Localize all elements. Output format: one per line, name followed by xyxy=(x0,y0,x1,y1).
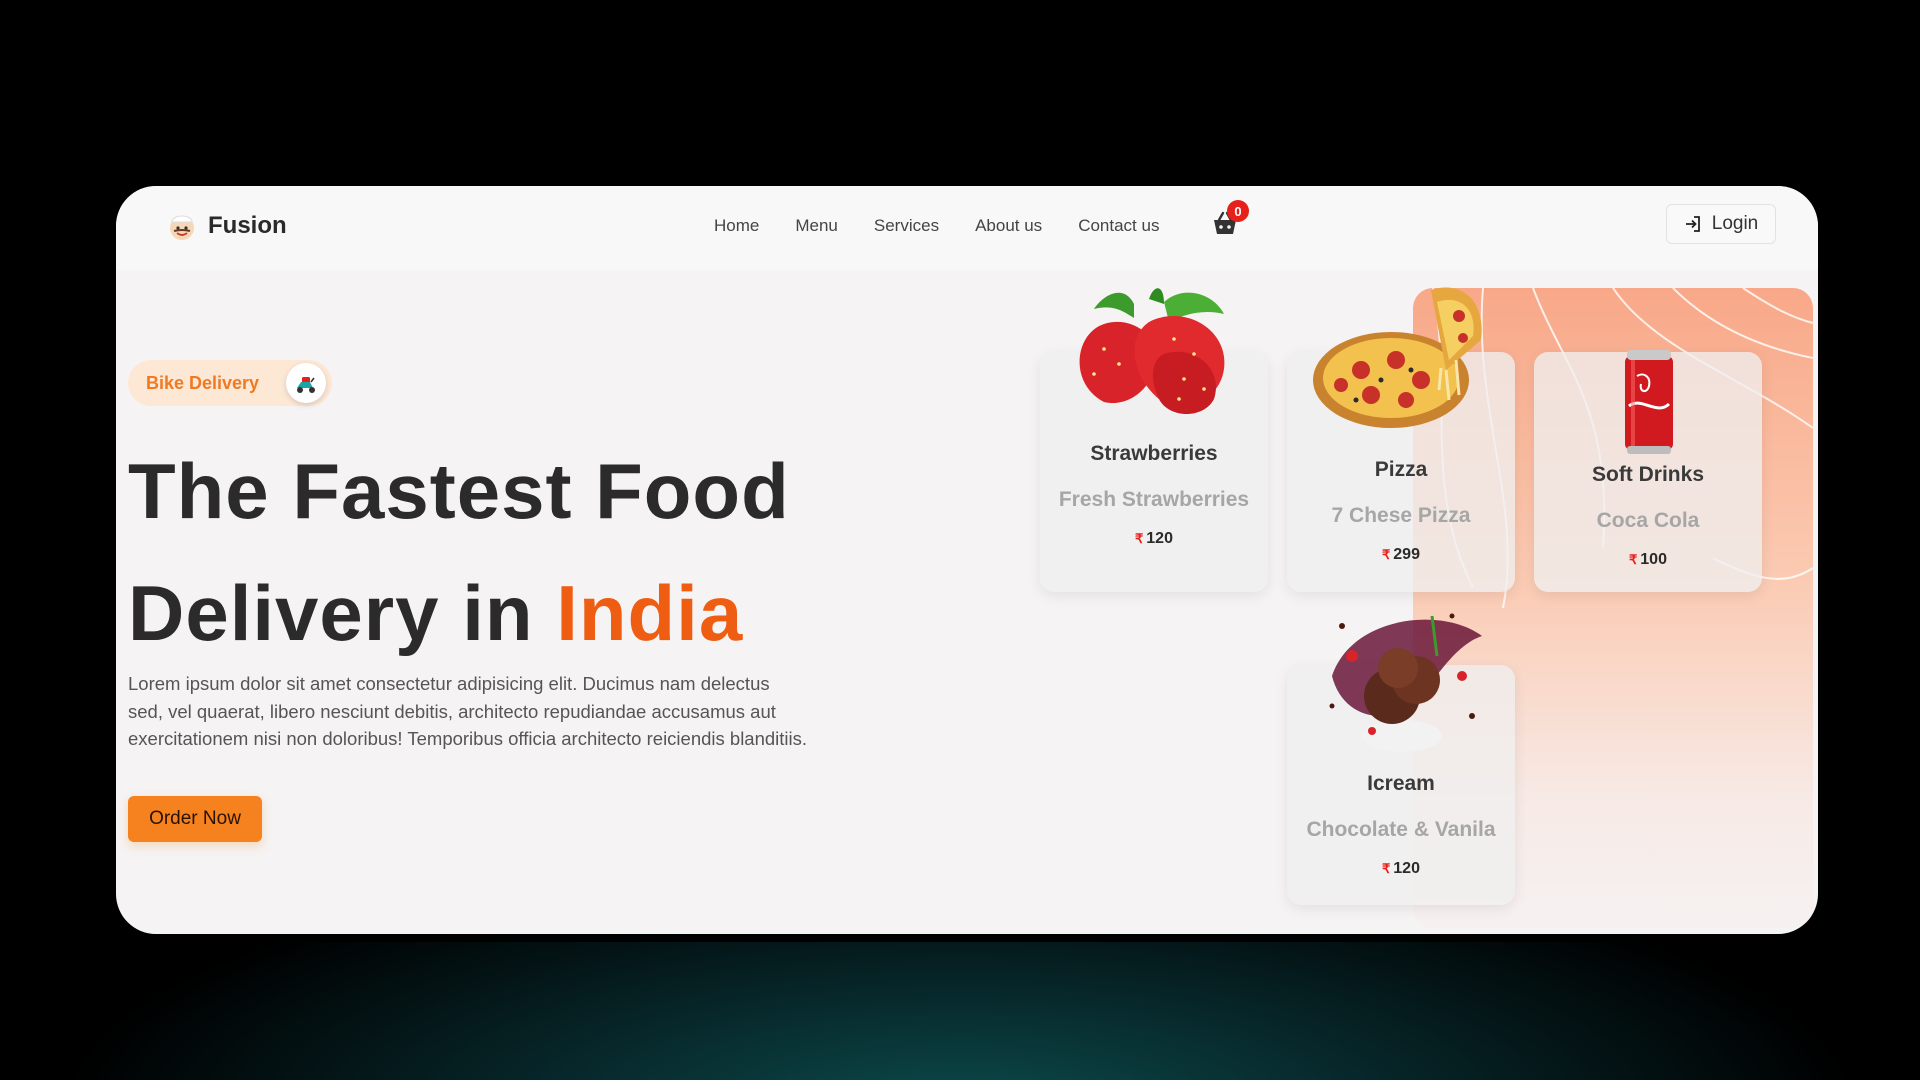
currency-symbol: ₹ xyxy=(1382,861,1391,876)
cart-count-badge: 0 xyxy=(1227,200,1249,222)
nav-about[interactable]: About us xyxy=(975,216,1042,236)
cart-button[interactable]: 0 xyxy=(1210,200,1249,242)
nav-menu[interactable]: Menu xyxy=(795,216,838,236)
headline-line-2: Delivery in India xyxy=(128,552,790,674)
nav-home[interactable]: Home xyxy=(714,216,759,236)
badge-label: Bike Delivery xyxy=(146,372,260,393)
card-desc: Fresh Strawberries xyxy=(1058,488,1250,511)
card-desc: 7 Chese Pizza xyxy=(1331,504,1471,527)
price-value: 100 xyxy=(1640,551,1667,568)
login-button[interactable]: Login xyxy=(1666,204,1776,244)
brand-name: Fusion xyxy=(208,212,287,239)
nav-services[interactable]: Services xyxy=(874,216,939,236)
currency-symbol: ₹ xyxy=(1629,552,1638,567)
headline-highlight: India xyxy=(556,569,744,657)
card-desc: Chocolate & Vanila xyxy=(1306,818,1496,841)
card-price: ₹299 xyxy=(1287,546,1515,564)
nav-contact[interactable]: Contact us xyxy=(1078,216,1159,236)
price-value: 120 xyxy=(1146,530,1173,547)
headline-prefix: Delivery in xyxy=(128,569,534,657)
bike-delivery-badge: Bike Delivery xyxy=(128,360,332,406)
card-name: Strawberries xyxy=(1090,442,1218,465)
navbar: Fusion Home Menu Services About us Conta… xyxy=(116,186,1818,270)
soda-can-icon xyxy=(1625,350,1673,454)
price-value: 120 xyxy=(1393,860,1420,877)
currency-symbol: ₹ xyxy=(1135,531,1144,546)
currency-symbol: ₹ xyxy=(1382,547,1391,562)
nav-links: Home Menu Services About us Contact us xyxy=(714,216,1195,236)
device-frame: Fusion Home Menu Services About us Conta… xyxy=(108,178,1826,942)
headline-line-1: The Fastest Food xyxy=(128,447,790,535)
strawberry-icon xyxy=(1079,288,1225,414)
ice-cream-icon xyxy=(1329,613,1482,752)
chef-logo-icon xyxy=(170,215,194,240)
pizza-icon xyxy=(1313,287,1482,428)
card-price: ₹120 xyxy=(1040,530,1268,548)
card-name: Soft Drinks xyxy=(1591,463,1704,486)
card-price: ₹100 xyxy=(1534,551,1762,569)
brand[interactable]: Fusion xyxy=(166,210,287,242)
login-label: Login xyxy=(1711,213,1759,234)
card-name: Icream xyxy=(1367,772,1435,795)
card-desc: Coca Cola xyxy=(1596,509,1700,532)
app-screen: Fusion Home Menu Services About us Conta… xyxy=(116,186,1818,934)
scooter-icon xyxy=(286,363,326,403)
hero-description: Lorem ipsum dolor sit amet consectetur a… xyxy=(128,673,808,749)
hero-headline: The Fastest Food Delivery in India xyxy=(128,430,790,674)
login-icon xyxy=(1685,216,1700,232)
order-now-button[interactable]: Order Now xyxy=(128,796,262,842)
card-price: ₹120 xyxy=(1287,860,1515,878)
card-name: Pizza xyxy=(1374,458,1428,481)
price-value: 299 xyxy=(1393,546,1420,563)
